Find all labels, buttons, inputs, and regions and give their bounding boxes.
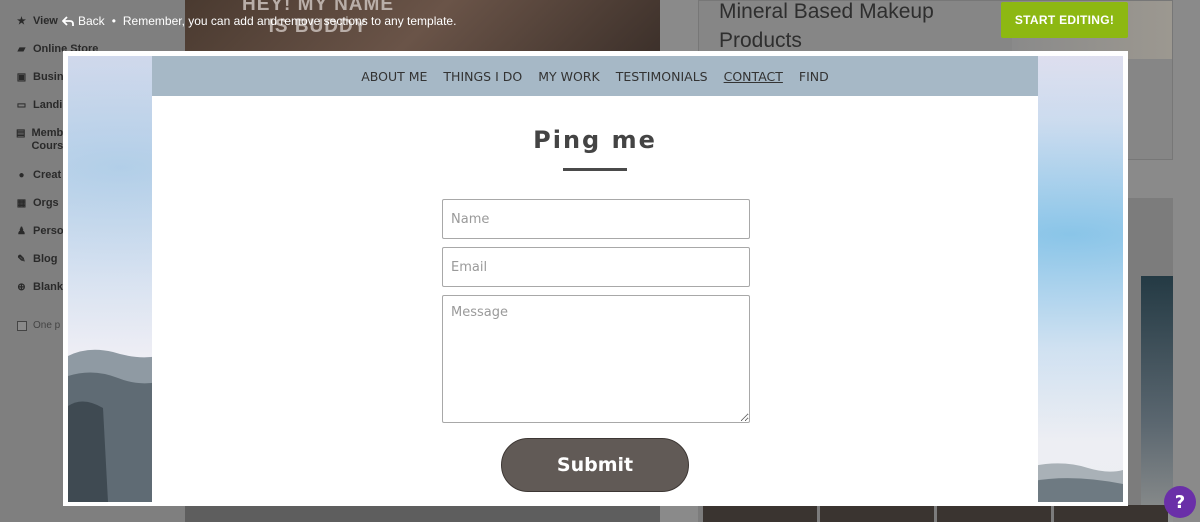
nav-link-things-i-do[interactable]: THINGS I DO (443, 69, 522, 84)
site-nav: ABOUT ME THINGS I DO MY WORK TESTIMONIAL… (152, 56, 1038, 96)
name-field[interactable] (442, 199, 750, 239)
help-button[interactable]: ? (1164, 486, 1196, 518)
sidebar-item-view: ★ View (17, 15, 58, 27)
template-thumbnail (1141, 276, 1173, 522)
template-notice: Remember, you can add and remove section… (122, 14, 457, 28)
back-arrow-icon (62, 16, 74, 26)
thumbnail (820, 505, 934, 522)
email-field[interactable] (442, 247, 750, 287)
members-icon: ▤ (16, 128, 26, 139)
template-site: ABOUT ME THINGS I DO MY WORK TESTIMONIAL… (152, 56, 1038, 502)
cart-icon: ▰ (17, 44, 26, 55)
mountain-left-image (68, 349, 158, 502)
org-icon: ▦ (16, 198, 27, 209)
submit-button[interactable]: Submit (501, 438, 689, 492)
background-checkbox: One p (17, 320, 60, 331)
pen-icon: ✎ (17, 254, 26, 265)
thumbnail (1054, 505, 1168, 522)
sidebar-item-orgs: ▦ Orgs (16, 197, 59, 209)
thumbnail (937, 505, 1051, 522)
checkbox-box (17, 320, 27, 331)
message-field[interactable] (442, 295, 750, 423)
background-thumbnail-strip (703, 505, 1168, 522)
sidebar-item-business: ▣ Busin (16, 71, 64, 83)
page-title: Ping me (533, 126, 657, 154)
template-card-title: Mineral Based Makeup Products (719, 0, 934, 52)
person-icon: ♟ (17, 226, 26, 237)
sidebar-item-creative: ● Creat (16, 169, 61, 182)
template-preview-modal: ABOUT ME THINGS I DO MY WORK TESTIMONIAL… (63, 51, 1128, 506)
nav-link-testimonials[interactable]: TESTIMONIALS (616, 69, 708, 84)
back-label: Back (78, 14, 105, 28)
nav-link-find[interactable]: FIND (799, 69, 829, 84)
nav-link-my-work[interactable]: MY WORK (538, 69, 599, 84)
mountain-right-image (1033, 463, 1123, 502)
thumbnail (703, 505, 817, 522)
start-editing-button[interactable]: START EDITING! (1001, 2, 1128, 38)
sidebar-item-blank: ⊕ Blank (17, 281, 63, 293)
preview-topbar: Back • Remember, you can add and remove … (62, 14, 456, 28)
nav-link-contact[interactable]: CONTACT (724, 69, 783, 84)
window-icon: ▭ (16, 100, 27, 111)
separator: • (111, 14, 116, 28)
sidebar-item-membership: ▤ Memb Cours (16, 127, 64, 152)
back-link[interactable]: Back (62, 14, 105, 28)
nav-link-about-me[interactable]: ABOUT ME (361, 69, 427, 84)
title-divider (563, 168, 627, 171)
briefcase-icon: ▣ (16, 72, 27, 83)
sidebar-item-landing: ▭ Landi (16, 99, 63, 111)
sidebar-item-blog: ✎ Blog (17, 253, 58, 265)
star-icon: ★ (17, 16, 26, 27)
plus-circle-icon: ⊕ (17, 282, 26, 293)
sidebar-item-personal: ♟ Perso (17, 225, 64, 237)
contact-form (442, 199, 750, 431)
palette-icon: ● (18, 170, 25, 181)
preview-background: ABOUT ME THINGS I DO MY WORK TESTIMONIAL… (68, 56, 1123, 502)
